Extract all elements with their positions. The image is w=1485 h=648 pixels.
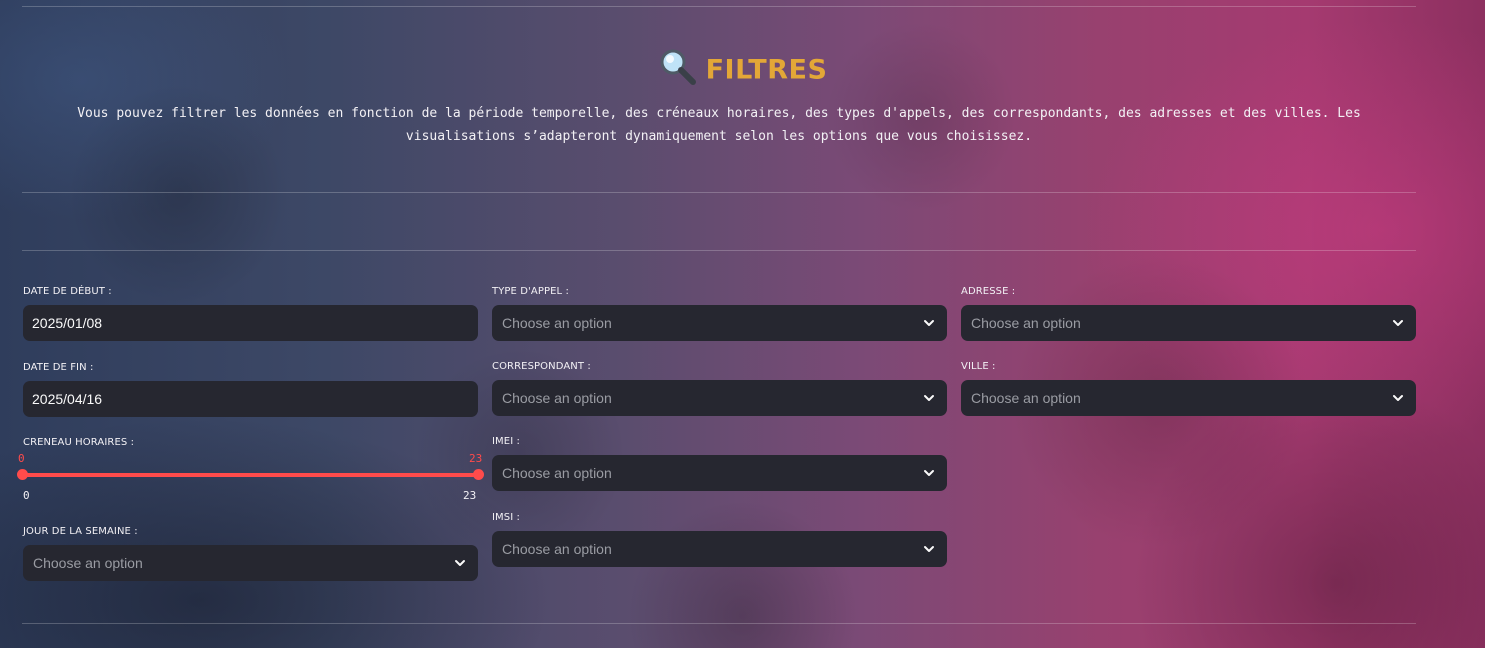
label-date-debut: DATE DE DÉBUT : [23, 286, 112, 297]
page-title: FILTRES [0, 48, 1485, 93]
label-imei: IMEI : [492, 436, 520, 447]
adresse-placeholder: Choose an option [971, 315, 1081, 331]
slider-min-tick: 0 [23, 489, 30, 502]
imei-select[interactable]: Choose an option [492, 455, 947, 491]
title-text: FILTRES [705, 54, 828, 86]
label-imsi: IMSI : [492, 512, 521, 523]
chevron-down-icon [1393, 395, 1403, 401]
jour-semaine-placeholder: Choose an option [33, 555, 143, 571]
imei-placeholder: Choose an option [502, 465, 612, 481]
label-adresse: ADRESSE : [961, 286, 1016, 297]
creneau-slider-track[interactable] [23, 473, 478, 477]
chevron-down-icon [1393, 320, 1403, 326]
chevron-down-icon [924, 395, 934, 401]
slider-high-value: 23 [469, 452, 483, 465]
label-creneau: CRENEAU HORAIRES : [23, 437, 135, 448]
divider-filters-top [22, 250, 1416, 251]
label-correspondant: CORRESPONDANT : [492, 361, 591, 372]
chevron-down-icon [924, 470, 934, 476]
slider-thumb-high[interactable] [473, 469, 484, 480]
magnifier-icon [660, 49, 696, 85]
chevron-down-icon [455, 560, 465, 566]
slider-low-value: 0 [18, 452, 25, 465]
chevron-down-icon [924, 320, 934, 326]
ville-placeholder: Choose an option [971, 390, 1081, 406]
adresse-select[interactable]: Choose an option [961, 305, 1416, 341]
jour-semaine-select[interactable]: Choose an option [23, 545, 478, 581]
label-ville: VILLE : [961, 361, 996, 372]
date-debut-input[interactable]: 2025/01/08 [23, 305, 478, 341]
date-debut-value: 2025/01/08 [32, 315, 103, 331]
description-text: Vous pouvez filtrer les données en fonct… [77, 106, 1361, 144]
type-appel-placeholder: Choose an option [502, 315, 612, 331]
slider-thumb-low[interactable] [17, 469, 28, 480]
imsi-select[interactable]: Choose an option [492, 531, 947, 567]
divider-bottom [22, 623, 1416, 624]
correspondant-placeholder: Choose an option [502, 390, 612, 406]
date-fin-input[interactable]: 2025/04/16 [23, 381, 478, 417]
divider-top [22, 6, 1416, 7]
divider-middle [22, 192, 1416, 193]
chevron-down-icon [924, 546, 934, 552]
label-type-appel: TYPE D'APPEL : [492, 286, 569, 297]
label-date-fin: DATE DE FIN : [23, 362, 94, 373]
label-jour-semaine: JOUR DE LA SEMAINE : [23, 526, 138, 537]
imsi-placeholder: Choose an option [502, 541, 612, 557]
slider-max-tick: 23 [463, 489, 477, 502]
type-appel-select[interactable]: Choose an option [492, 305, 947, 341]
ville-select[interactable]: Choose an option [961, 380, 1416, 416]
date-fin-value: 2025/04/16 [32, 391, 103, 407]
correspondant-select[interactable]: Choose an option [492, 380, 947, 416]
